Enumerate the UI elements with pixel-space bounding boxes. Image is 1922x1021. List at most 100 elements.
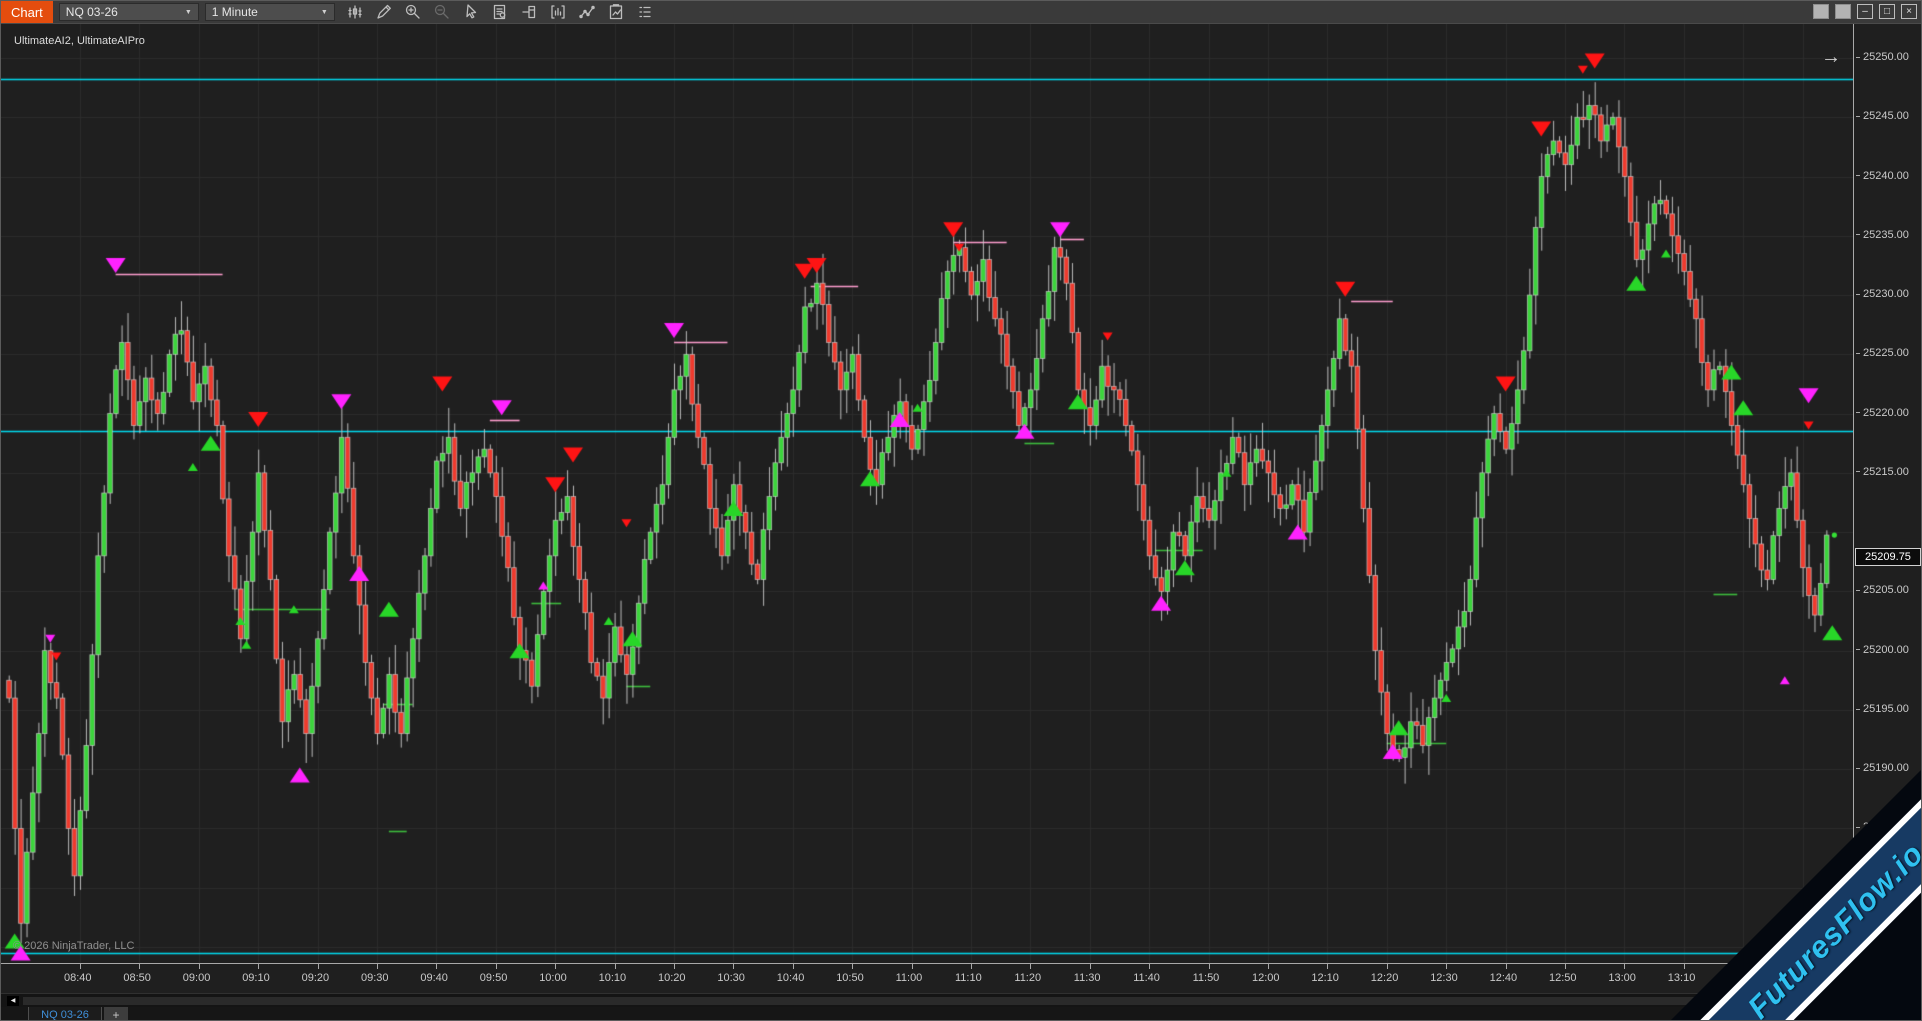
time-axis-label: 12:50	[1549, 972, 1577, 984]
add-tab-button[interactable]: +	[104, 1007, 128, 1021]
scroll-left-icon[interactable]: ◀	[7, 996, 19, 1006]
tab-nq-03-26[interactable]: NQ 03-26	[28, 1007, 102, 1021]
time-axis-label: 11:50	[1193, 972, 1220, 984]
scrollbar-thumb[interactable]	[23, 997, 1883, 1005]
time-axis-label: 11:30	[1074, 972, 1101, 984]
time-axis-tick	[436, 964, 437, 969]
time-axis-label: 09:10	[242, 972, 270, 984]
time-axis-label: 09:40	[420, 972, 448, 984]
chart-style-icon[interactable]	[345, 2, 365, 22]
interval-link-button[interactable]	[1835, 4, 1851, 19]
time-axis-label: 11:00	[896, 972, 923, 984]
price-axis-label: 25230.00	[1856, 288, 1909, 300]
time-axis-tick	[733, 964, 734, 969]
time-axis-label: 09:50	[480, 972, 508, 984]
price-axis-label: 25205.00	[1856, 584, 1909, 596]
time-axis-label: 13:10	[1668, 972, 1696, 984]
last-price-marker: 25209.75	[1855, 548, 1921, 566]
price-axis-label: 25195.00	[1856, 703, 1909, 715]
time-axis-tick	[1684, 964, 1685, 969]
properties-list-icon[interactable]	[635, 2, 655, 22]
time-axis-tick	[1209, 964, 1210, 969]
price-axis-label: 25235.00	[1856, 229, 1909, 241]
horizontal-scrollbar[interactable]: ◀ ▶	[1, 993, 1922, 1007]
time-axis-label: 10:00	[539, 972, 567, 984]
drawing-tools-icon[interactable]	[374, 2, 394, 22]
time-axis-tick	[912, 964, 913, 969]
restore-button[interactable]: □	[1879, 4, 1895, 19]
market-analyzer-icon[interactable]	[606, 2, 626, 22]
chart-menu-button[interactable]: Chart	[1, 1, 53, 23]
price-axis-label: 25240.00	[1856, 170, 1909, 182]
time-axis-label: 09:20	[302, 972, 330, 984]
time-axis-label: 09:30	[361, 972, 389, 984]
tab-bar: NQ 03-26 +	[1, 1007, 1922, 1021]
toolbar-icons	[345, 2, 655, 22]
time-axis-label: 12:30	[1430, 972, 1458, 984]
time-axis-label: 11:40	[1133, 972, 1160, 984]
time-axis-label: 12:00	[1252, 972, 1280, 984]
chart-window: Chart NQ 03-26 ▼ 1 Minute ▼	[0, 0, 1922, 1021]
time-axis-tick	[1565, 964, 1566, 969]
time-axis-label: 10:30	[717, 972, 745, 984]
time-axis-tick	[1506, 964, 1507, 969]
time-axis-tick	[1030, 964, 1031, 969]
time-axis-tick	[199, 964, 200, 969]
time-axis-tick	[1446, 964, 1447, 969]
time-axis-tick	[852, 964, 853, 969]
time-axis[interactable]: 08:40 08:50 09:00 09:10 09:20 09:30 09:40 09:50…	[1, 963, 1922, 993]
time-axis-tick	[793, 964, 794, 969]
time-axis-label: 12:40	[1490, 972, 1518, 984]
window-controls: – □ ×	[1813, 4, 1917, 19]
time-axis-label: 10:10	[599, 972, 627, 984]
price-axis-label: 25250.00	[1856, 51, 1909, 63]
time-axis-label: 10:50	[836, 972, 864, 984]
time-axis-label: 12:10	[1311, 972, 1339, 984]
instrument-value: NQ 03-26	[66, 5, 118, 19]
price-axis-label: 25215.00	[1856, 466, 1909, 478]
time-axis-label: 08:50	[123, 972, 151, 984]
chart-panel: UltimateAI2, UltimateAIPro © 2026 NinjaT…	[1, 23, 1922, 963]
chevron-down-icon: ▼	[185, 9, 192, 16]
cursor-icon[interactable]	[461, 2, 481, 22]
price-chart-canvas[interactable]	[1, 24, 1853, 964]
time-axis-tick	[674, 964, 675, 969]
time-axis-label: 12:20	[1371, 972, 1399, 984]
time-axis-tick	[258, 964, 259, 969]
time-axis-tick	[971, 964, 972, 969]
time-axis-tick	[80, 964, 81, 969]
time-axis-tick	[1149, 964, 1150, 969]
zoom-out-icon[interactable]	[432, 2, 452, 22]
time-axis-tick	[1624, 964, 1625, 969]
interval-dropdown[interactable]: 1 Minute ▼	[205, 3, 335, 21]
time-axis-label: 09:00	[183, 972, 211, 984]
zoom-in-icon[interactable]	[403, 2, 423, 22]
indicators-icon[interactable]	[548, 2, 568, 22]
minimize-button[interactable]: –	[1857, 4, 1873, 19]
indicator-label: UltimateAI2, UltimateAIPro	[14, 35, 145, 47]
toolbar: Chart NQ 03-26 ▼ 1 Minute ▼	[1, 1, 1921, 23]
strategies-icon[interactable]	[577, 2, 597, 22]
time-axis-label: 13:00	[1608, 972, 1636, 984]
chart-trader-icon[interactable]	[519, 2, 539, 22]
instrument-dropdown[interactable]: NQ 03-26 ▼	[59, 3, 199, 21]
data-box-icon[interactable]	[490, 2, 510, 22]
time-axis-tick	[318, 964, 319, 969]
time-axis-tick	[615, 964, 616, 969]
time-axis-tick	[139, 964, 140, 969]
time-axis-tick	[555, 964, 556, 969]
copyright-label: © 2026 NinjaTrader, LLC	[13, 940, 134, 952]
time-axis-label: 08:40	[64, 972, 92, 984]
time-axis-tick	[1090, 964, 1091, 969]
jump-to-latest-icon[interactable]: →	[1821, 46, 1841, 69]
close-button[interactable]: ×	[1901, 4, 1917, 19]
price-axis-label: 25220.00	[1856, 407, 1909, 419]
time-axis-tick	[1268, 964, 1269, 969]
price-axis-label: 25225.00	[1856, 347, 1909, 359]
time-axis-tick	[496, 964, 497, 969]
instrument-link-button[interactable]	[1813, 4, 1829, 19]
price-axis-label: 25200.00	[1856, 644, 1909, 656]
time-axis-tick	[1327, 964, 1328, 969]
chevron-down-icon: ▼	[321, 9, 328, 16]
time-axis-label: 11:10	[955, 972, 982, 984]
